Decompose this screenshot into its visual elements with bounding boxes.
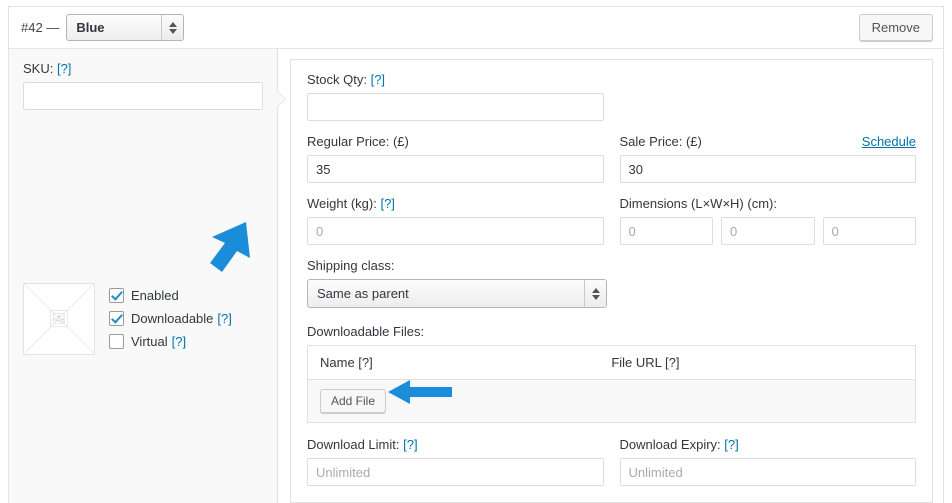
download-limit-row: Download Limit: [?] Download Expiry: [?] <box>307 437 917 487</box>
sale-price-field-group: Sale Price: (£) Schedule <box>619 134 917 183</box>
dimensions-inputs <box>619 217 916 245</box>
add-file-cell: Add File <box>307 379 916 423</box>
variation-options-list: Enabled Downloadable [?] Virtual [?] <box>109 288 232 350</box>
checkbox-downloadable[interactable]: Downloadable [?] <box>109 311 232 327</box>
stock-qty-row: Stock Qty: [?] <box>307 72 916 121</box>
dimension-height-input[interactable] <box>822 217 916 245</box>
regular-price-input[interactable] <box>307 155 604 183</box>
download-expiry-label: Download Expiry: [?] <box>620 437 917 453</box>
downloadable-files-tbody: Add File <box>307 379 916 423</box>
checkbox-virtual[interactable]: Virtual [?] <box>109 334 232 350</box>
download-limit-label-text: Download Limit: <box>307 437 400 453</box>
regular-price-field-group: Regular Price: (£) <box>307 134 604 183</box>
checkbox-virtual-label: Virtual <box>131 334 168 350</box>
remove-button[interactable]: Remove <box>858 13 933 42</box>
shipping-class-field-group: Shipping class: Same as parent <box>307 258 916 308</box>
shipping-class-select[interactable]: Same as parent <box>307 279 607 308</box>
add-file-button[interactable]: Add File <box>320 389 387 414</box>
stock-qty-label-text: Stock Qty: <box>307 72 367 87</box>
sale-price-label-line: Sale Price: (£) Schedule <box>620 134 917 150</box>
stock-qty-input[interactable] <box>307 93 604 121</box>
variation-thumbnail[interactable]: 🖼 <box>23 282 95 355</box>
table-footer-row: Add File <box>307 379 916 423</box>
variation-id-label: #42 — <box>21 20 60 35</box>
variation-image-and-options: 🖼 Enabled Downloadable [?] Virtual [?] <box>23 255 263 355</box>
sku-help-icon[interactable]: [?] <box>57 61 71 76</box>
variation-header: #42 — Blue Remove <box>9 7 943 49</box>
shipping-class-select-wrapper[interactable]: Same as parent <box>307 279 607 308</box>
sale-price-input[interactable] <box>619 155 916 183</box>
table-header-row: Name [?] File URL [?] <box>307 345 916 380</box>
variation-left-column: SKU: [?] 🖼 Enabled Downloadable [?] Virt… <box>9 49 286 503</box>
variation-body: SKU: [?] 🖼 Enabled Downloadable [?] Virt… <box>9 49 943 503</box>
download-expiry-help-icon[interactable]: [?] <box>724 437 738 452</box>
column-header-file-url: File URL [?] <box>599 345 916 380</box>
weight-label-text: Weight (kg): <box>307 196 377 211</box>
weight-dimensions-row: Weight (kg): [?] Dimensions (L×W×H) (cm)… <box>307 196 916 245</box>
download-expiry-field-group: Download Expiry: [?] <box>619 437 917 487</box>
checkbox-downloadable-box[interactable] <box>109 311 124 327</box>
weight-help-icon[interactable]: [?] <box>380 196 394 211</box>
downloadable-files-group: Downloadable Files: Name [?] File URL [?… <box>307 324 916 424</box>
checkbox-virtual-box[interactable] <box>109 334 124 350</box>
weight-input[interactable] <box>307 217 604 245</box>
regular-price-label: Regular Price: (£) <box>307 134 409 149</box>
dimension-width-input[interactable] <box>721 217 815 245</box>
variation-right-column: Stock Qty: [?] Regular Price: (£) 35 Sal… <box>277 49 943 503</box>
sku-label-text: SKU: <box>23 61 54 76</box>
downloadable-files-table: Name [?] File URL [?] Add File <box>307 345 916 424</box>
stock-qty-help-icon[interactable]: [?] <box>371 72 385 87</box>
regular-price-label-line: Regular Price: (£) <box>307 134 604 150</box>
download-limit-field-group: Download Limit: [?] <box>307 437 604 487</box>
downloadable-files-label: Downloadable Files: <box>307 324 425 339</box>
download-limit-help-icon[interactable]: [?] <box>403 437 417 452</box>
download-expiry-label-text: Download Expiry: <box>619 437 721 453</box>
stock-qty-field-group: Stock Qty: [?] <box>307 72 604 121</box>
virtual-help-icon[interactable]: [?] <box>172 334 186 349</box>
price-row: Regular Price: (£) Sale Price: (£) Sched… <box>307 134 916 183</box>
checkbox-enabled-label: Enabled <box>131 288 179 304</box>
dimension-length-input[interactable] <box>619 217 713 245</box>
weight-field-group: Weight (kg): [?] <box>307 196 604 245</box>
stock-qty-spacer <box>620 72 917 121</box>
sku-input[interactable] <box>23 82 263 110</box>
download-expiry-input[interactable] <box>619 458 916 487</box>
image-placeholder-icon: 🖼 <box>48 309 70 329</box>
variation-fields-panel: Stock Qty: [?] Regular Price: (£) 35 Sal… <box>290 59 933 503</box>
sku-field-group: SKU: [?] <box>23 61 263 110</box>
download-limit-input[interactable] <box>307 458 604 487</box>
attribute-select[interactable]: Blue <box>66 14 185 41</box>
dimensions-label: Dimensions (L×W×H) (cm): <box>619 196 777 211</box>
shipping-class-label: Shipping class: <box>307 258 395 273</box>
checkbox-enabled[interactable]: Enabled <box>109 288 232 304</box>
checkbox-downloadable-label: Downloadable <box>131 311 214 327</box>
schedule-link[interactable]: Schedule <box>862 134 916 149</box>
column-header-name: Name [?] <box>307 345 600 380</box>
sku-label: SKU: [?] <box>23 61 263 77</box>
download-limit-label: Download Limit: [?] <box>307 437 604 453</box>
checkbox-enabled-box[interactable] <box>109 288 124 304</box>
variation-editor-screen: #42 — Blue Remove SKU: [?] 🖼 Enabled Dow… <box>0 0 952 503</box>
dimensions-field-group: Dimensions (L×W×H) (cm): <box>619 196 916 245</box>
weight-label: Weight (kg): [?] <box>307 196 604 212</box>
product-variation-panel: #42 — Blue Remove SKU: [?] 🖼 Enabled Dow… <box>8 6 944 503</box>
stock-qty-label: Stock Qty: [?] <box>307 72 604 88</box>
sale-price-label: Sale Price: (£) <box>619 134 702 149</box>
attribute-select-wrapper[interactable]: Blue <box>66 14 185 41</box>
downloadable-files-thead: Name [?] File URL [?] <box>307 345 916 380</box>
downloadable-help-icon[interactable]: [?] <box>217 311 231 326</box>
